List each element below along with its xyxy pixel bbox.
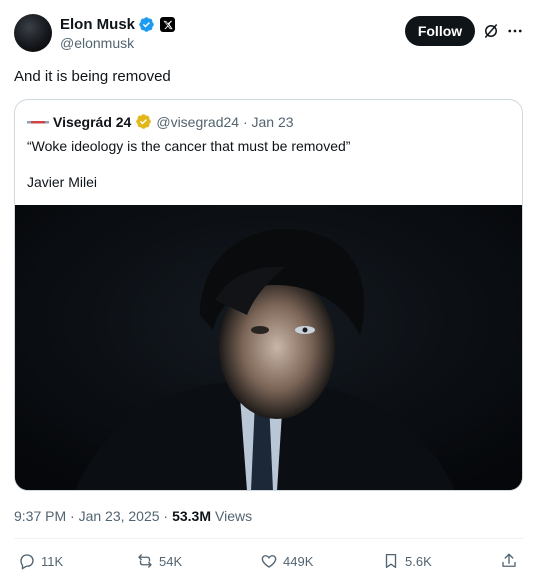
quote-attribution: Javier Milei — [27, 174, 98, 190]
tweet-meta: 9:37 PM · Jan 23, 2025 · 53.3M Views — [14, 508, 252, 524]
quote-text: “Woke ideology is the cancer that must b… — [27, 138, 351, 154]
views-count: 53.3M — [172, 508, 212, 524]
quoted-tweet[interactable]: Visegrád 24 @visegrad24 · Jan 23 “Woke i… — [14, 99, 523, 491]
grok-icon[interactable] — [482, 22, 500, 40]
quote-header: Visegrád 24 @visegrad24 · Jan 23 — [27, 113, 294, 130]
views-label: Views — [215, 508, 253, 524]
tweet-text: And it is being removed — [14, 68, 171, 85]
repost-count: 54K — [159, 553, 183, 569]
verified-badge-icon — [139, 17, 154, 32]
author-name-row: Elon Musk — [60, 16, 176, 33]
divider — [14, 538, 523, 539]
reply-count: 11K — [41, 553, 64, 569]
quote-avatar — [27, 114, 49, 130]
reply-button[interactable]: 11K — [18, 552, 63, 570]
action-bar: 11K 54K 449K 5.6K — [14, 552, 523, 574]
verified-badge-icon — [136, 114, 152, 129]
reply-icon — [20, 554, 34, 570]
avatar[interactable] — [14, 14, 52, 52]
bookmark-count: 5.6K — [405, 553, 432, 569]
tweet-header: Elon Musk @elonmusk Follow — [14, 14, 523, 54]
quote-handle-date: @visegrad24 · Jan 23 — [156, 113, 294, 130]
repost-button[interactable]: 54K — [136, 552, 182, 570]
like-count: 449K — [283, 553, 314, 569]
quote-photo[interactable] — [15, 205, 522, 490]
tweet-timestamp[interactable]: 9:37 PM · Jan 23, 2025 · — [14, 508, 168, 524]
repost-icon — [138, 554, 152, 568]
bookmark-button[interactable]: 5.6K — [382, 552, 432, 570]
bookmark-icon — [385, 553, 397, 569]
author-handle[interactable]: @elonmusk — [60, 35, 134, 51]
author-name[interactable]: Elon Musk — [60, 16, 135, 33]
follow-button[interactable]: Follow — [405, 16, 475, 46]
like-icon — [261, 555, 277, 568]
more-icon[interactable] — [506, 22, 524, 40]
like-button[interactable]: 449K — [260, 552, 313, 570]
quote-author-name: Visegrád 24 — [53, 113, 132, 130]
share-icon — [502, 553, 516, 567]
x-logo-icon — [160, 17, 176, 32]
share-button[interactable] — [500, 552, 518, 570]
